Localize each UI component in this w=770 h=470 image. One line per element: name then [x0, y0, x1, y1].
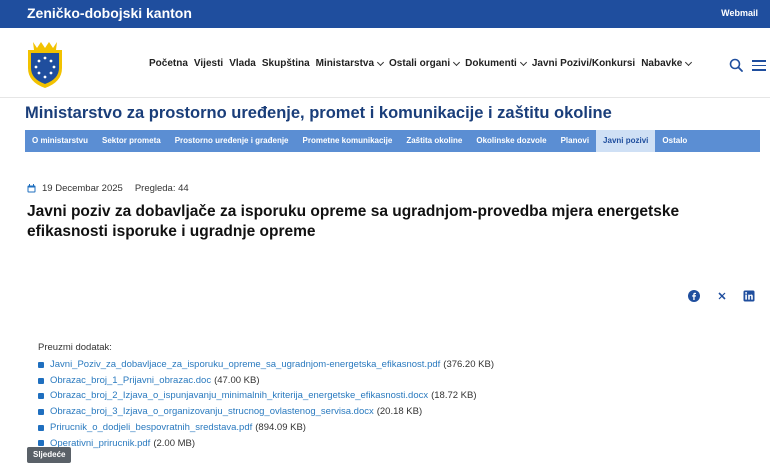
search-icon[interactable]: [729, 58, 743, 72]
chevron-down-icon: [376, 58, 385, 66]
article-date: 19 Decembar 2025: [42, 183, 123, 194]
file-icon: [38, 393, 44, 400]
list-item: Prirucnik_o_dodjeli_bespovratnih_sredsta…: [38, 420, 494, 436]
nav-item-ostali-organi[interactable]: Ostali organi: [389, 58, 461, 69]
attachment-link[interactable]: Prirucnik_o_dodjeli_bespovratnih_sredsta…: [50, 420, 252, 436]
calendar-icon: [27, 184, 36, 193]
list-item: Obrazac_broj_2_Izjava_o_ispunjavanju_min…: [38, 388, 494, 404]
x-icon[interactable]: [716, 290, 728, 302]
subnav-item-javni-pozivi[interactable]: Javni pozivi: [596, 130, 656, 152]
subnav-item-prostorno-uredjenje[interactable]: Prostorno uređenje i građenje: [168, 130, 296, 152]
subnav-item-okolinske-dozvole[interactable]: Okolinske dozvole: [469, 130, 553, 152]
header-divider: [0, 97, 770, 98]
file-icon: [38, 424, 44, 431]
list-item: Javni_Poziv_za_dobavljace_za_isporuku_op…: [38, 357, 494, 373]
file-icon: [38, 361, 44, 368]
nav-item-javni-pozivi[interactable]: Javni Pozivi/Konkursi: [532, 58, 635, 69]
list-item: Obrazac_broj_1_Prijavni_obrazac.doc (47.0…: [38, 373, 494, 389]
webmail-link[interactable]: Webmail: [721, 8, 758, 18]
nav-item-dokumenti[interactable]: Dokumenti: [465, 58, 527, 69]
main-navigation: Početna Vijesti Vlada Skupština Ministar…: [149, 58, 697, 69]
attachment-link[interactable]: Obrazac_broj_2_Izjava_o_ispunjavanju_min…: [50, 388, 428, 404]
attachment-link[interactable]: Obrazac_broj_1_Prijavni_obrazac.doc: [50, 373, 211, 389]
nav-item-ministarstva[interactable]: Ministarstva: [316, 58, 385, 69]
list-item: Operativni_prirucnik.pdf (2.00 MB): [38, 436, 494, 452]
subnav-item-zastita-okoline[interactable]: Zaštita okoline: [399, 130, 469, 152]
attachment-link[interactable]: Obrazac_broj_3_Izjava_o_organizovanju_st…: [50, 404, 374, 420]
article-views: Pregleda: 44: [134, 183, 189, 194]
chevron-down-icon: [685, 58, 693, 66]
chevron-down-icon: [453, 58, 461, 66]
list-item: Obrazac_broj_3_Izjava_o_organizovanju_st…: [38, 404, 494, 420]
facebook-icon[interactable]: [688, 290, 700, 302]
subnav-item-o-ministarstvu[interactable]: O ministarstvu: [25, 130, 95, 152]
subnav-item-ostalo[interactable]: Ostalo: [655, 130, 694, 152]
nav-item-vijesti[interactable]: Vijesti: [194, 58, 223, 69]
nav-item-nabavke[interactable]: Nabavke: [641, 58, 693, 69]
article-meta: 19 Decembar 2025 Pregleda: 44: [27, 183, 189, 194]
coat-of-arms-logo[interactable]: [25, 38, 65, 90]
top-bar: Zeničko-dobojski kanton Webmail: [0, 0, 770, 28]
subnav-item-prometne-komunikacije[interactable]: Prometne komunikacije: [296, 130, 400, 152]
attachment-link[interactable]: Javni_Poziv_za_dobavljace_za_isporuku_op…: [50, 357, 440, 373]
file-size: (894.09 KB): [255, 421, 306, 433]
file-size: (376.20 KB): [443, 359, 494, 370]
site-brand[interactable]: Zeničko-dobojski kanton: [27, 5, 192, 21]
subnav-item-planovi[interactable]: Planovi: [554, 130, 596, 152]
attachments-list: Javni_Poziv_za_dobavljace_za_isporuku_op…: [38, 357, 494, 451]
nav-item-pocetna[interactable]: Početna: [149, 58, 188, 69]
file-size: (2.00 MB): [153, 437, 196, 449]
menu-icon[interactable]: [752, 60, 766, 72]
chevron-down-icon: [519, 58, 527, 66]
linkedin-icon[interactable]: [743, 290, 755, 302]
ministry-title: Ministarstvo za prostorno uređenje, prom…: [25, 104, 612, 122]
file-icon: [38, 440, 44, 447]
file-size: (18.72 KB): [431, 390, 477, 402]
downloads-label: Preuzmi dodatak:: [38, 342, 112, 353]
file-icon: [38, 408, 44, 415]
subnav-item-sektor-prometa[interactable]: Sektor prometa: [95, 130, 168, 152]
file-icon: [38, 377, 44, 384]
article-title: Javni poziv za dobavljače za isporuku op…: [27, 203, 680, 240]
next-button[interactable]: Sljedeće: [27, 447, 72, 463]
nav-item-skupstina[interactable]: Skupština: [262, 58, 310, 69]
file-size: (47.00 KB): [214, 374, 260, 386]
ministry-subnav: O ministarstvu Sektor prometa Prostorno …: [25, 130, 760, 152]
nav-item-vlada[interactable]: Vlada: [229, 58, 256, 69]
file-size: (20.18 KB): [376, 406, 423, 418]
